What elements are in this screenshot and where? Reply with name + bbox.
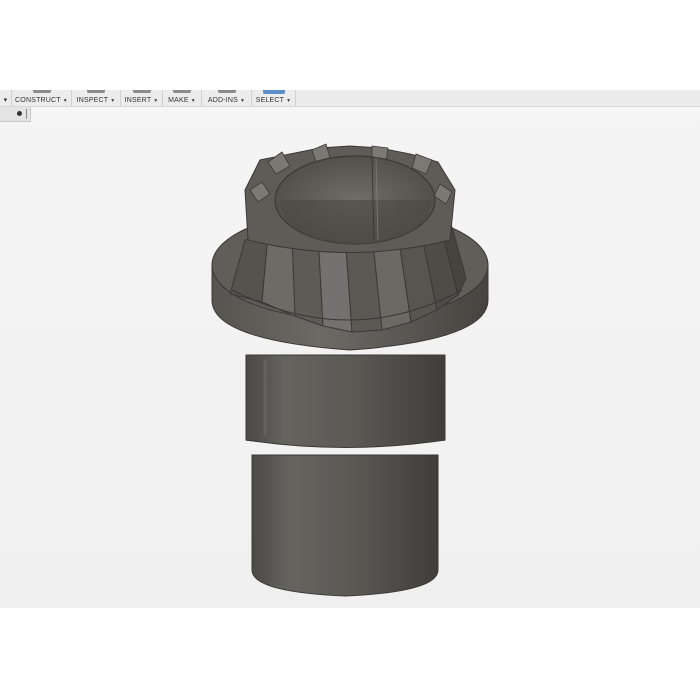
cad-window: ▾ CONSTRUCT ▼ INSPECT ▼ INSERT ▼ MAKE ▼ ADD-… [0,90,700,608]
lower-shaft [251,454,439,597]
3d-viewport[interactable] [0,90,700,608]
upper-shaft [245,354,446,448]
center-bore [274,155,436,245]
